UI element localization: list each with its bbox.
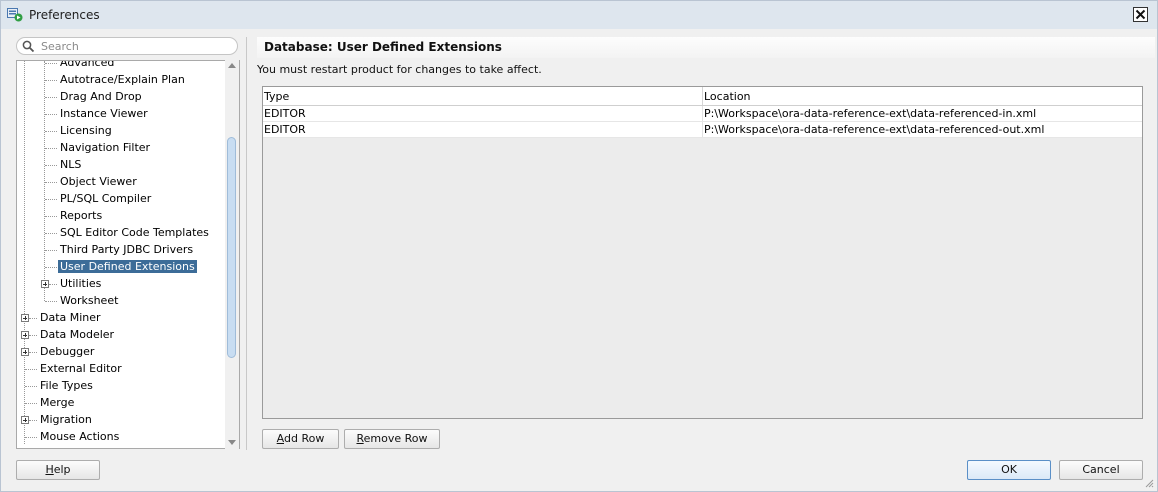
splitter[interactable] [246,37,247,450]
window-title: Preferences [29,8,100,22]
extensions-table: Type Location EDITOR P:\Workspace\ora-da… [262,86,1143,419]
resize-grip-icon[interactable] [1144,478,1154,488]
tree-item-instance-viewer[interactable]: Instance Viewer [45,106,150,123]
tree-item-label: File Types [40,379,93,392]
title-bar: Preferences [1,1,1157,29]
tree-item-external-editor[interactable]: External Editor [25,361,124,378]
scroll-down-icon[interactable] [228,440,236,445]
expand-icon[interactable] [41,280,49,288]
ok-button[interactable]: OK [967,460,1051,480]
cancel-button[interactable]: Cancel [1059,460,1143,480]
column-header-type[interactable]: Type [263,87,703,106]
tree-item-label: Reports [60,209,103,222]
tree-item-label: Third Party JDBC Drivers [60,243,194,256]
tree-item-nls[interactable]: NLS [45,157,83,174]
tree-item-label: PL/SQL Compiler [60,192,152,205]
tree-item-label: Instance Viewer [60,107,148,120]
expand-icon[interactable] [21,314,29,322]
panel-header: Database: User Defined Extensions [257,37,1155,58]
search-input[interactable] [41,39,231,53]
tree-item-label: Drag And Drop [60,90,142,103]
search-box [16,37,238,55]
tree-item-advanced[interactable]: Advanced [45,60,116,72]
restart-notice: You must restart product for changes to … [257,63,542,76]
table-row[interactable]: EDITOR P:\Workspace\ora-data-reference-e… [263,106,1142,122]
tree-item-label: Utilities [60,277,102,290]
column-header-location[interactable]: Location [703,87,1142,106]
tree-item-worksheet[interactable]: Worksheet [45,293,120,310]
scrollbar-thumb[interactable] [227,137,236,358]
table-row[interactable]: EDITOR P:\Workspace\ora-data-reference-e… [263,122,1142,138]
close-icon [1135,9,1146,20]
close-button[interactable] [1133,7,1148,22]
cell-type: EDITOR [263,122,703,137]
expand-icon[interactable] [21,416,29,424]
tree-item-label: Debugger [40,345,95,358]
tree-item-label: Worksheet [60,294,119,307]
preferences-dialog: Preferences Advanced Autotrace/Explain P… [0,0,1158,492]
tree-item-utilities[interactable]: Utilities [41,276,103,293]
search-icon [22,40,35,53]
tree-item-licensing[interactable]: Licensing [45,123,114,140]
tree-item-file-types[interactable]: File Types [25,378,95,395]
tree-item-label: External Editor [40,362,122,375]
tree-item-label: Autotrace/Explain Plan [60,73,185,86]
tree-item-label: Data Modeler [40,328,115,341]
help-button[interactable]: Help [16,460,100,480]
tree-item-autotrace[interactable]: Autotrace/Explain Plan [45,72,187,89]
tree-item-reports[interactable]: Reports [45,208,104,225]
expand-icon[interactable] [21,348,29,356]
tree-item-drag-and-drop[interactable]: Drag And Drop [45,89,144,106]
app-icon [7,8,23,22]
cell-location: P:\Workspace\ora-data-reference-ext\data… [704,107,1037,120]
tree-item-label: Advanced [60,60,115,69]
cell-type: EDITOR [263,106,703,121]
remove-row-button[interactable]: Remove Row [344,429,440,449]
expand-icon[interactable] [21,331,29,339]
tree-scrollbar[interactable] [225,60,239,449]
tree-item-object-viewer[interactable]: Object Viewer [45,174,139,191]
page-title: Database: User Defined Extensions [264,40,502,54]
cell-location: P:\Workspace\ora-data-reference-ext\data… [704,123,1045,136]
tree-item-mouse-actions[interactable]: Mouse Actions [25,429,121,446]
tree-item-data-modeler[interactable]: Data Modeler [21,327,116,344]
tree-item-data-miner[interactable]: Data Miner [21,310,103,327]
tree-item-label: Migration [40,413,92,426]
tree-item-debugger[interactable]: Debugger [21,344,96,361]
tree-item-label: Merge [40,396,75,409]
tree-item-label: User Defined Extensions [58,260,197,273]
preferences-tree: Advanced Autotrace/Explain Plan Drag And… [16,60,240,449]
tree-item-plsql-compiler[interactable]: PL/SQL Compiler [45,191,153,208]
tree-item-label: Licensing [60,124,112,137]
tree-item-label: Mouse Actions [40,430,120,443]
tree-item-label: NLS [60,158,82,171]
add-row-button[interactable]: Add Row [262,429,339,449]
tree-item-navigation-filter[interactable]: Navigation Filter [45,140,152,157]
tree-item-migration[interactable]: Migration [21,412,94,429]
tree-item-third-party-jdbc-drivers[interactable]: Third Party JDBC Drivers [45,242,195,259]
tree-item-user-defined-extensions[interactable]: User Defined Extensions [45,259,197,276]
scroll-up-icon[interactable] [228,63,236,68]
tree-item-label: Navigation Filter [60,141,151,154]
tree-item-merge[interactable]: Merge [25,395,76,412]
tree-item-label: Data Miner [40,311,101,324]
tree-item-sql-editor-code-templates[interactable]: SQL Editor Code Templates [45,225,211,242]
tree-item-label: Object Viewer [60,175,137,188]
tree-item-label: SQL Editor Code Templates [60,226,209,239]
